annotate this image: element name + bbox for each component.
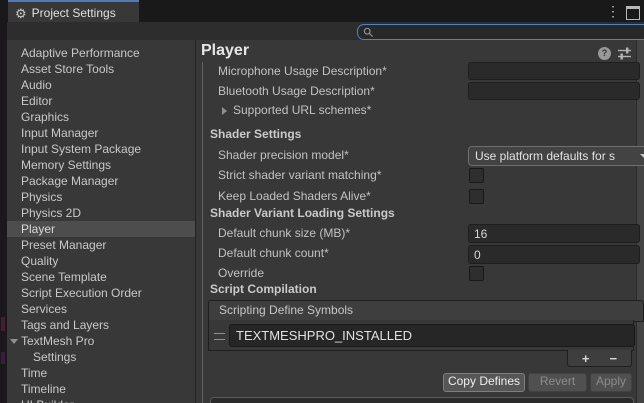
sidebar-item-input-system-package[interactable]: Input System Package [7,141,195,157]
script-compilation-header: Script Compilation [210,282,317,296]
define-symbols-list [208,320,635,351]
strict-variant-checkbox[interactable] [469,168,484,183]
kebab-menu-icon[interactable]: ⋮ [606,2,620,20]
url-schemes-label[interactable]: Supported URL schemes* [233,103,371,117]
scroll-view-edge [202,62,203,403]
sidebar-item-textmesh-pro[interactable]: TextMesh Pro [7,333,195,349]
copy-defines-button[interactable]: Copy Defines [443,373,525,392]
drag-handle-icon[interactable] [214,333,225,340]
microphone-usage-label: Microphone Usage Description* [218,64,387,78]
foldout-closed-icon[interactable] [222,107,227,115]
microphone-usage-field[interactable] [468,62,640,80]
override-label: Override [218,266,265,280]
sidebar-item-textmesh-settings[interactable]: Settings [7,349,195,365]
chunk-count-field[interactable] [468,245,640,264]
left-edge-panel [0,22,7,403]
shader-precision-label: Shader precision model* [218,148,349,162]
search-box[interactable] [357,24,644,40]
apply-button[interactable]: Apply [590,373,632,392]
left-edge-artifact [1,352,5,364]
chunk-size-field[interactable] [468,224,640,243]
window-icon[interactable] [626,6,640,20]
sidebar-item-time[interactable]: Time [7,365,195,381]
sidebar-item-tags-and-layers[interactable]: Tags and Layers [7,317,195,333]
sidebar-item-services[interactable]: Services [7,301,195,317]
sidebar-item-asset-store-tools[interactable]: Asset Store Tools [7,61,195,77]
sidebar-item-label: TextMesh Pro [21,334,95,348]
sidebar-item-input-manager[interactable]: Input Manager [7,125,195,141]
sidebar-item-package-manager[interactable]: Package Manager [7,173,195,189]
dropdown-value: Use platform defaults for s [475,149,616,163]
sidebar-item-ui-builder[interactable]: UI Builder [7,397,195,403]
remove-button[interactable]: − [603,352,623,365]
left-edge-artifact [1,317,5,331]
sidebar-item-script-execution-order[interactable]: Script Execution Order [7,285,195,301]
sidebar-item-scene-template[interactable]: Scene Template [7,269,195,285]
sidebar-item-quality[interactable]: Quality [7,253,195,269]
sidebar-item-player[interactable]: Player [7,221,195,237]
define-symbol-field[interactable] [229,324,635,347]
tab-project-settings[interactable]: ⚙ Project Settings [8,0,139,24]
help-icon[interactable]: ? [598,47,611,60]
search-icon [363,27,373,37]
sidebar-item-timeline[interactable]: Timeline [7,381,195,397]
shader-precision-dropdown[interactable]: Use platform defaults for s [468,146,644,166]
add-button[interactable]: + [576,352,596,365]
sidebar-item-graphics[interactable]: Graphics [7,109,195,125]
sidebar-item-memory-settings[interactable]: Memory Settings [7,157,195,173]
sidebar-item-preset-manager[interactable]: Preset Manager [7,237,195,253]
chunk-size-label: Default chunk size (MB)* [218,226,351,240]
chunk-count-label: Default chunk count* [218,246,329,260]
strict-variant-label: Strict shader variant matching* [218,168,382,182]
define-symbols-footer: + − [567,350,632,367]
chevron-down-icon [640,154,644,158]
settings-sidebar: Adaptive Performance Asset Store Tools A… [7,40,195,403]
sidebar-item-editor[interactable]: Editor [7,93,195,109]
sidebar-item-physics-2d[interactable]: Physics 2D [7,205,195,221]
keep-loaded-checkbox[interactable] [469,189,484,204]
bluetooth-usage-field[interactable] [468,82,640,100]
project-settings-window: ⚙ Project Settings ⋮ Adaptive Performanc… [0,0,644,403]
override-checkbox[interactable] [469,266,484,281]
foldout-open-icon[interactable] [10,339,18,344]
keep-loaded-label: Keep Loaded Shaders Alive* [218,189,371,203]
search-input[interactable] [377,26,644,38]
define-symbols-header: Scripting Define Symbols [208,300,644,322]
bluetooth-usage-label: Bluetooth Usage Description* [218,84,375,98]
shader-settings-header: Shader Settings [210,127,302,141]
gear-icon: ⚙ [15,5,27,21]
revert-button[interactable]: Revert [528,373,587,392]
sidebar-item-audio[interactable]: Audio [7,77,195,93]
page-title: Player [201,42,250,59]
sidebar-item-adaptive-performance[interactable]: Adaptive Performance [7,45,195,61]
next-section-box [210,397,634,403]
sidebar-item-physics[interactable]: Physics [7,189,195,205]
variant-loading-header: Shader Variant Loading Settings [210,206,395,220]
tab-title: Project Settings [31,6,116,20]
preset-sliders-icon[interactable] [617,47,632,60]
